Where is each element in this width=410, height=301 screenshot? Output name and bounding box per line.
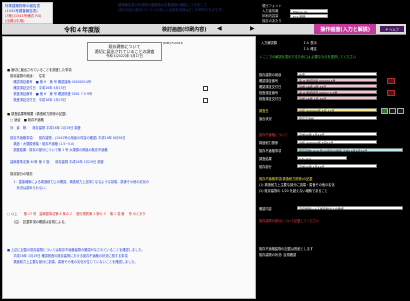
doc-line: 検査済証交付日 平成16年 1月19日: [7, 98, 66, 102]
entry-field[interactable]: 平成16年 1月19日: [297, 164, 377, 169]
entry-label: 調査結果: [259, 157, 272, 161]
doc-line: 既存部分の現況: [7, 172, 33, 176]
arrow-right-icon[interactable]: ▶: [250, 25, 255, 32]
note-line: 既存建物の部分について記載してください: [259, 219, 320, 223]
entry-label: 既存不適格について: [259, 133, 288, 137]
entry-status-label[interactable]: ＩＡ 確定: [303, 46, 317, 51]
entry-label: 既存建物の用途: [259, 73, 282, 77]
doc-date: 令和 4(2022)年 5月17日: [106, 54, 143, 58]
doc-line: 調査結果：既存の部分について第 1 号 大規模の修繕の既存不適格: [7, 148, 108, 152]
option-chip[interactable]: [397, 108, 404, 114]
option-chip[interactable]: [381, 108, 388, 114]
doc-line: 状況は認められない。: [7, 186, 49, 190]
note-line: (1) 構造耐力上主要な部分に損傷・腐食その他の劣化: [259, 183, 335, 187]
doc-line: 建築基準法第 40条 第 3 項： 既存建物 平成16年 1月19日 調査: [7, 160, 104, 164]
doc-line: 既存不適格事項： 既存建物 - (1541号の用途の内容の確認) 平成16年 6…: [7, 136, 126, 140]
note-line: 既存建物の状況: 目視確認: [259, 253, 297, 257]
notice-line: (自分の目の前のパソコンの中に入る保存内容はどこの市町のものです): [118, 8, 223, 12]
doc-line: ■ 上記に記載の既存建物については既存不適格建物の確認がなされていることを確認し…: [7, 248, 145, 252]
entry-field[interactable]: 平成 16年 4月 15日: [297, 84, 377, 89]
entry-field[interactable]: 住宅: [297, 72, 377, 77]
entry-field[interactable]: 直接増築による構造耐力上の確認: [297, 206, 403, 211]
settings-panel: 現行フォント 入力者情報 Meiryo UI 印刷内容量 M S 明朝 保存のあ…: [262, 3, 382, 23]
doc-line: 構造耐力上主要な部分に損傷、腐食その他の劣化が生じていないことを確認しました。: [7, 260, 138, 264]
doc-line: （注） 記載事項の確認は目視による。: [7, 220, 68, 224]
entry-field[interactable]: 平成 16年 1月 19日: [297, 96, 377, 101]
entry-label: 構造耐力関係: [259, 141, 279, 145]
entry-label: 既存部分: [259, 165, 272, 169]
doc-line: □ 以上 第 17 号 建築基準法第 6 条の 2 施行規則第 1 条の 3 第…: [7, 212, 146, 216]
print-font-select[interactable]: M S 明朝: [290, 13, 328, 19]
entry-label: 調査日: [259, 109, 269, 113]
doc-line: ■ 適切に届出されていることを調査した事項: [7, 68, 72, 72]
entry-label: 既存不適格事項: [259, 149, 282, 153]
document-preview: 既存建物について 適切に届出されていることの調査 令和 4(2022)年 5月1…: [2, 36, 256, 299]
arrow-left-icon[interactable]: ◀: [217, 25, 222, 32]
doc-line: ■ 調査結果等概要（構造耐力関係の記載）: [7, 112, 69, 116]
doc-line: 確認済証交付日 平成16年 4月15日: [7, 86, 66, 90]
doc-line: 対 象 物： 既存建物 平成16年 1月19日 調査: [7, 126, 81, 130]
entry-field[interactable]: 令和 4(2022)年 5月 17日: [297, 108, 377, 113]
entry-hint: ↓ ここでの解説を表示するためには 必要なものを選択してください: [259, 55, 356, 59]
entry-tab-label: 入力解説欄: [261, 41, 277, 45]
tab-review-screen[interactable]: 検討画面(印刷内容): [162, 26, 207, 33]
era-title: 令和４年度版: [64, 26, 101, 34]
clear-button[interactable]: [387, 78, 395, 84]
entry-label: 適合状況: [259, 117, 272, 121]
entry-panel: 入力解説欄 ＩＡ 表示 ＩＡ 確定 ↓ ここでの解説を表示するためには 必要なも…: [257, 36, 408, 299]
doc-line: 平成16年 1月19日 確認検査の既存建物における既存不適格の状況に関する事項: [7, 254, 128, 258]
entry-label: 確認内容: [259, 207, 272, 211]
doc-line: 確認済証番号 ■ 第 H 第 号 確認建築 00000014号: [7, 80, 92, 84]
entry-field[interactable]: 1.5~5.0: [297, 156, 347, 161]
auto-label: 保存のあたり: [262, 19, 282, 23]
tab-operation-screen[interactable]: 操作画面(入力と解説): [314, 24, 376, 34]
entry-label: 確認済証交付日: [259, 85, 282, 89]
note-line: 既存不適格建物の記載は別紙とします: [259, 247, 314, 251]
help-button[interactable]: Ｐ ヘルプ: [380, 26, 404, 32]
doc-meta: [MM] Fv0316: [163, 41, 183, 45]
report-info-box: 特殊建築物等の報告書 (1541号調査報告書) (3条)(1541号様式 R4)…: [2, 2, 53, 24]
doc-line: □ 適合 ■ 既存不適格: [7, 118, 44, 122]
checkbox[interactable]: [203, 86, 208, 91]
doc-line: 既存建物の用途： 住宅: [7, 74, 46, 78]
doc-line: 構造・大規模修繕・既存不適格 (1.5~5.0): [7, 142, 75, 146]
clear-button[interactable]: [387, 90, 395, 96]
entry-field[interactable]: 既存不適格: [297, 116, 377, 121]
checkbox[interactable]: [203, 98, 208, 103]
entry-mode-label[interactable]: ＩＡ 表示: [303, 40, 317, 45]
entry-field[interactable]: 第 H 確認検査 00017 0 9号: [297, 90, 377, 95]
option-chip[interactable]: [389, 108, 396, 114]
entry-label: 検査済証番号: [259, 91, 279, 95]
title-bar: 令和４年度版 検討画面(印刷内容) ◀ ▶ 操作画面(入力と解説) Ｐ ヘルプ: [2, 24, 406, 35]
option-chips: [381, 108, 404, 114]
entry-field[interactable]: 既存建物(1541号)の用途の確認 平成16年6月30日: [297, 148, 403, 153]
doc-title-box: 既存建物について 適切に届出されていることの調査 令和 4(2022)年 5月1…: [87, 42, 162, 61]
note-line: 既存不適格事項(構造耐力関係)の記載: [259, 177, 313, 181]
entry-field[interactable]: 令和 4(2022)年 5月17日: [297, 140, 377, 145]
note-line: (2) 既存建物の 1/20 を超えない増築であること: [259, 189, 328, 193]
doc-line: 1：直接増築による構造耐力上の確認、構造耐力上支障となるような損傷、腐食その他の…: [7, 180, 150, 184]
user-font-select[interactable]: Meiryo UI: [290, 8, 328, 14]
entry-field[interactable]: 第 H 確認建築 0000014号: [297, 78, 377, 83]
entry-field[interactable]: 平成16年 1月19日: [297, 132, 377, 137]
doc-line: 検査済証番号 ■ 第 H 第 号 確認検査 0001 7 0 9号: [7, 92, 93, 96]
entry-label: 確認済証番号: [259, 79, 279, 83]
top-notice: 建物報告書の作成時の建築物の定期調査の報告につきまして (自分の目の前のパソコン…: [118, 3, 248, 13]
entry-label: 検査済証交付日: [259, 97, 282, 101]
